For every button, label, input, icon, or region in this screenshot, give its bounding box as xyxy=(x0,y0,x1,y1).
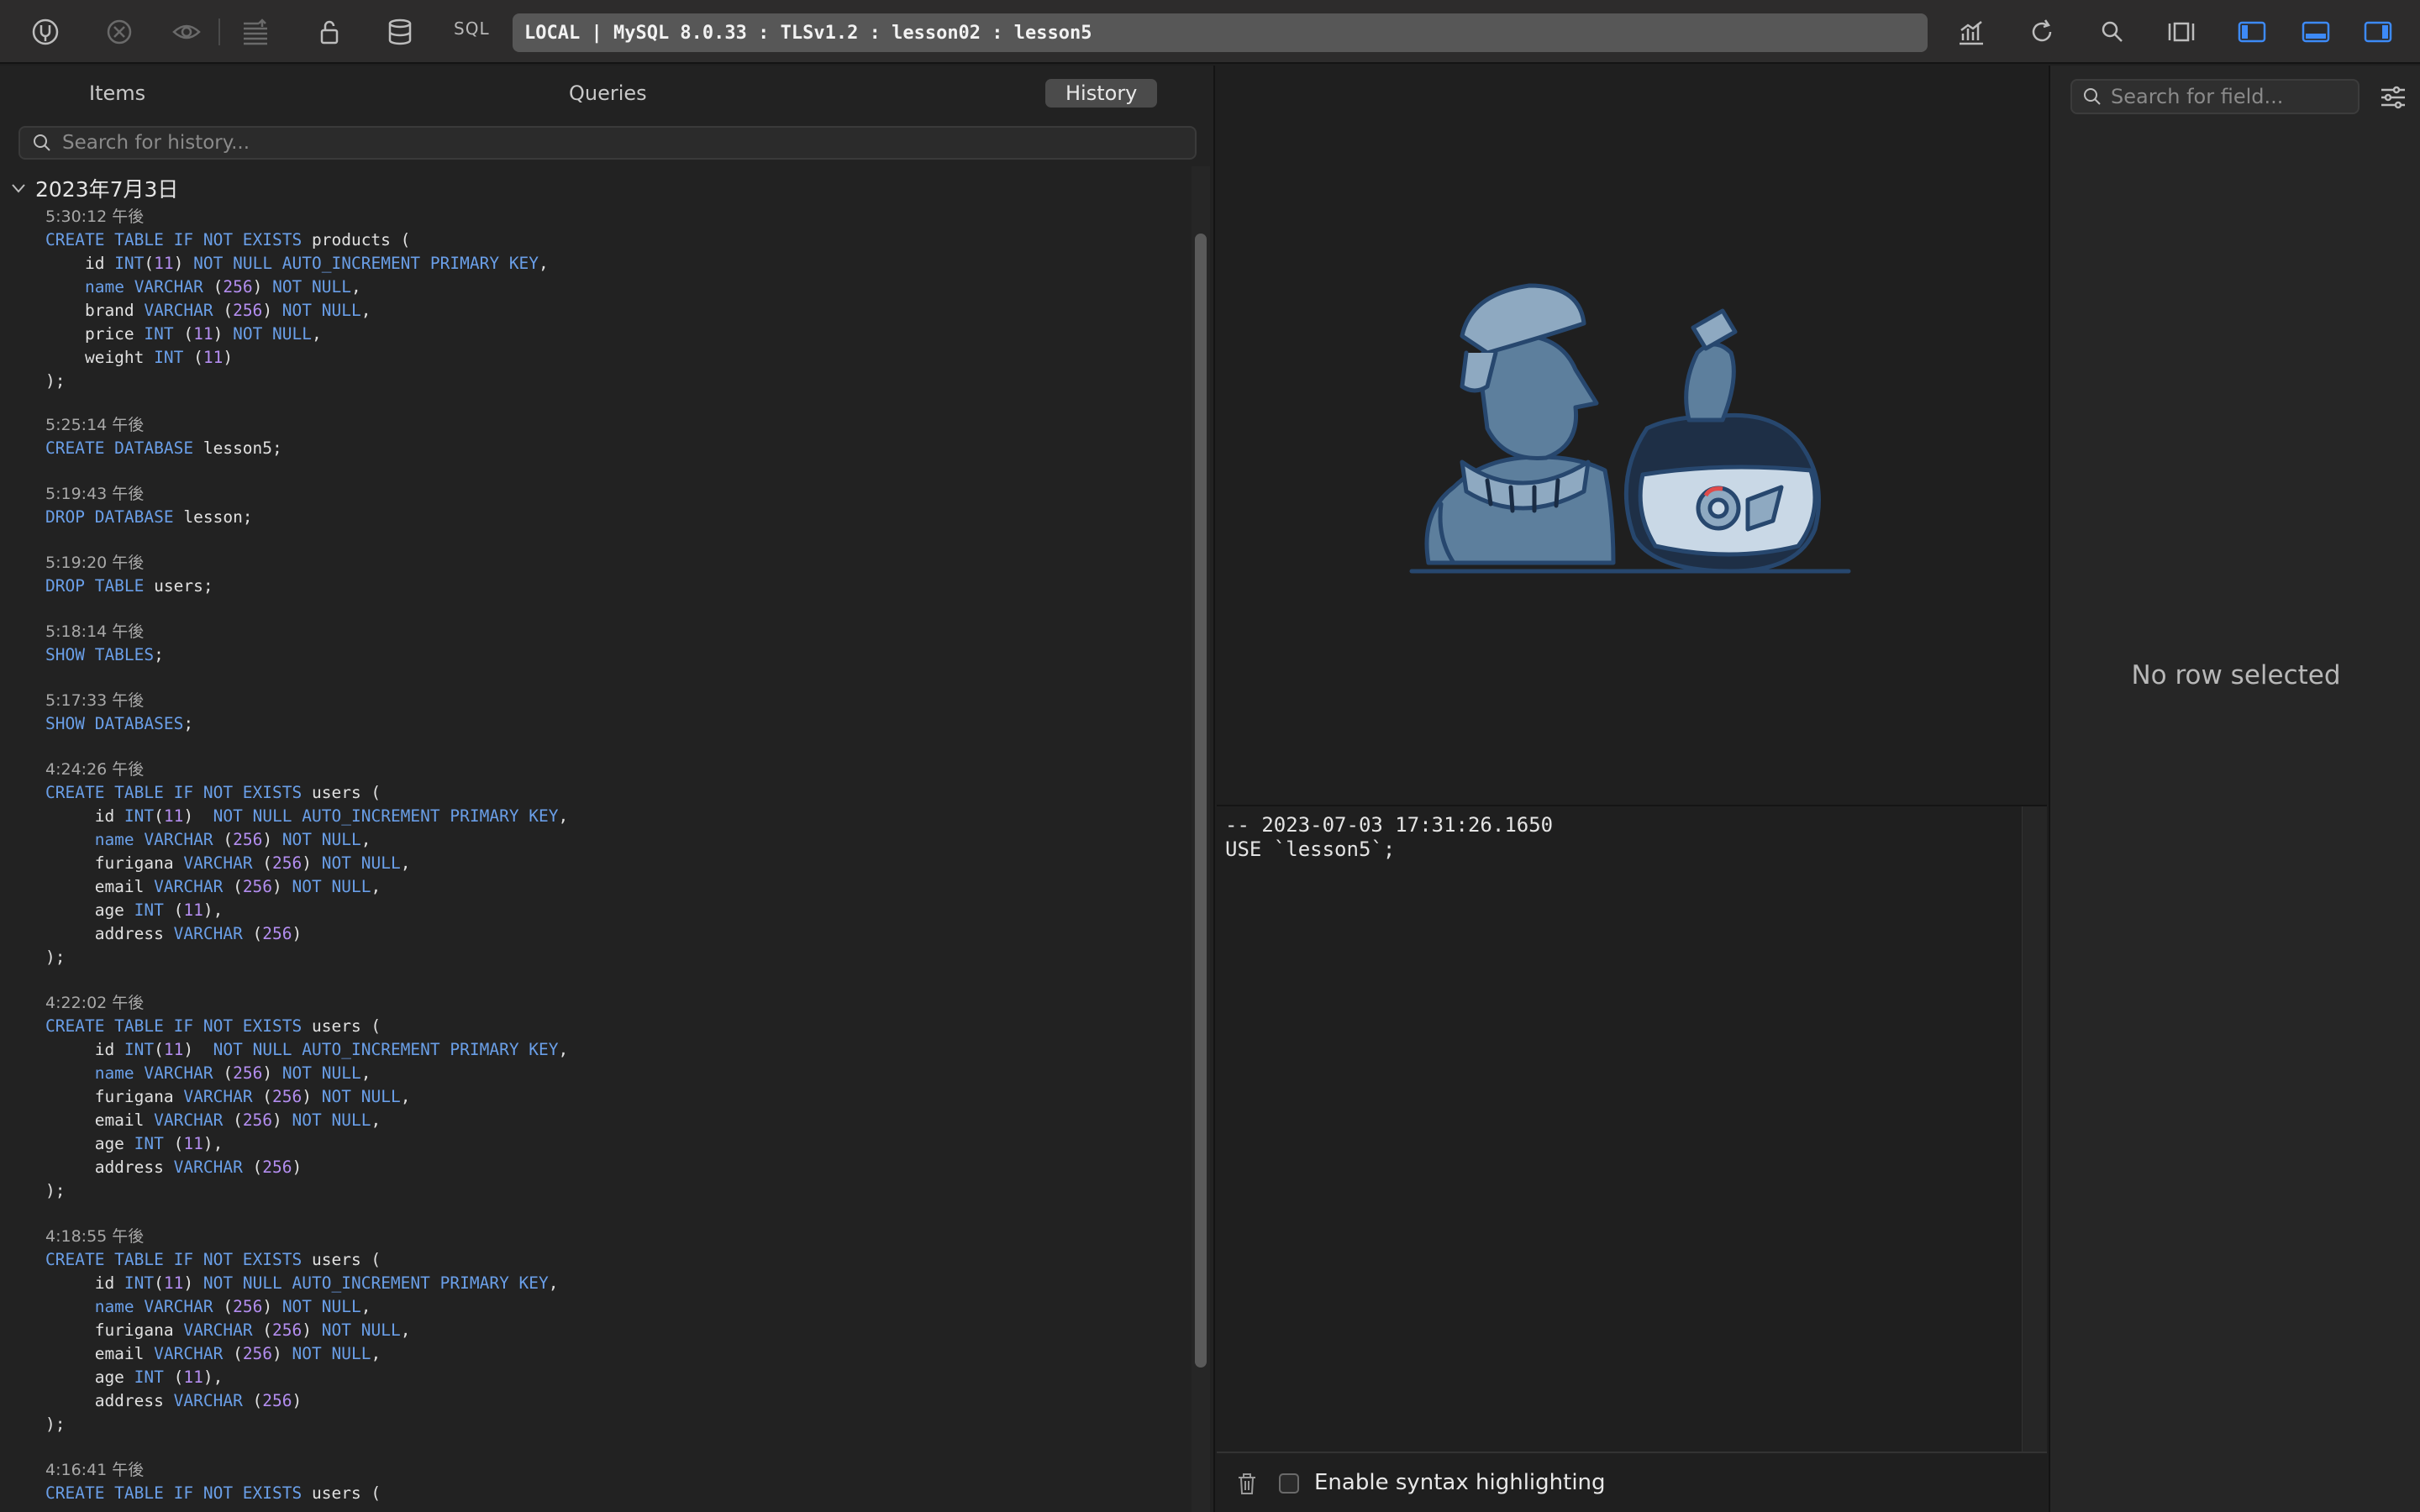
history-entry[interactable]: 5:25:14 午後 CREATE DATABASE lesson5; xyxy=(45,413,1171,460)
refresh-icon[interactable] xyxy=(2025,15,2059,49)
entry-sql: SHOW TABLES; xyxy=(45,645,164,664)
tab-items[interactable]: Items xyxy=(89,79,145,108)
lock-icon[interactable] xyxy=(313,15,346,49)
entry-time: 5:30:12 午後 xyxy=(45,207,145,226)
database-icon[interactable] xyxy=(383,15,417,49)
tab-queries[interactable]: Queries xyxy=(569,79,647,108)
bottom-panel-icon[interactable] xyxy=(2299,15,2333,49)
entry-time: 5:25:14 午後 xyxy=(45,416,145,434)
entry-time: 4:18:55 午後 xyxy=(45,1227,145,1246)
entry-sql: DROP TABLE users; xyxy=(45,576,213,596)
left-sidebar-icon[interactable] xyxy=(2235,15,2269,49)
entry-sql: CREATE TABLE IF NOT EXISTS users ( id IN… xyxy=(45,1250,559,1434)
entry-time: 4:16:41 午後 xyxy=(45,1461,145,1479)
history-entry[interactable]: 5:18:14 午後 SHOW TABLES; xyxy=(45,620,1171,667)
history-entry[interactable]: 5:17:33 午後 SHOW DATABASES; xyxy=(45,689,1171,736)
list-indent-icon[interactable] xyxy=(239,15,272,49)
entry-time: 4:24:26 午後 xyxy=(45,760,145,779)
empty-state-illustration xyxy=(1409,283,1851,574)
console-line-1: -- 2023-07-03 17:31:26.1650 xyxy=(1225,813,1554,837)
console-footer: Enable syntax highlighting xyxy=(1217,1452,2047,1512)
syntax-highlighting-label: Enable syntax highlighting xyxy=(1314,1470,1606,1495)
left-panel: Items Queries History 2023年7月3日 5:30:12 … xyxy=(0,66,1215,1512)
connection-icon[interactable] xyxy=(29,15,62,49)
empty-state-text: No row selected xyxy=(2131,660,2341,690)
field-search-input[interactable] xyxy=(2111,85,2354,108)
connection-address-bar[interactable]: LOCAL | MySQL 8.0.33 : TLSv1.2 : lesson0… xyxy=(513,13,1928,52)
date-group-header[interactable]: 2023年7月3日 xyxy=(10,173,178,203)
right-sidebar-icon[interactable] xyxy=(2361,15,2395,49)
history-search[interactable] xyxy=(18,126,1197,160)
console-scrollbar[interactable] xyxy=(2022,806,2047,1453)
console-line-2: USE `lesson5`; xyxy=(1225,837,1396,861)
history-scrollbar[interactable] xyxy=(1195,234,1207,1368)
eye-icon[interactable] xyxy=(170,15,203,49)
entry-sql: CREATE DATABASE lesson5; xyxy=(45,438,282,458)
entry-sql: CREATE TABLE IF NOT EXISTS users ( id IN… xyxy=(45,783,569,967)
history-entry[interactable]: 5:30:12 午後 CREATE TABLE IF NOT EXISTS pr… xyxy=(45,205,1171,393)
history-entry[interactable]: 4:16:41 午後 CREATE TABLE IF NOT EXISTS us… xyxy=(45,1458,1171,1505)
field-search[interactable] xyxy=(2070,79,2360,114)
console-panel: -- 2023-07-03 17:31:26.1650 USE `lesson5… xyxy=(1217,805,2047,1512)
chart-icon[interactable] xyxy=(1954,15,1988,49)
toolbar-separator xyxy=(218,18,220,45)
entry-sql: SHOW DATABASES; xyxy=(45,714,194,733)
search-icon[interactable] xyxy=(2096,15,2129,49)
sql-button[interactable]: SQL xyxy=(454,18,490,39)
trash-icon[interactable] xyxy=(1234,1470,1260,1497)
history-entry[interactable]: 5:19:43 午後 DROP DATABASE lesson; xyxy=(45,482,1171,529)
entry-time: 5:18:14 午後 xyxy=(45,622,145,641)
chevron-down-icon xyxy=(12,184,25,193)
split-view-icon[interactable] xyxy=(2165,15,2198,49)
entry-time: 5:17:33 午後 xyxy=(45,691,145,710)
search-icon xyxy=(2084,88,2101,105)
console-output[interactable]: -- 2023-07-03 17:31:26.1650 USE `lesson5… xyxy=(1225,813,1553,862)
search-icon xyxy=(34,134,50,151)
entry-time: 4:22:02 午後 xyxy=(45,994,145,1012)
entry-sql: CREATE TABLE IF NOT EXISTS users ( id IN… xyxy=(45,1016,569,1200)
history-search-input[interactable] xyxy=(62,132,1155,154)
right-panel: No row selected xyxy=(2049,66,2420,1512)
entry-time: 5:19:43 午後 xyxy=(45,485,145,503)
entry-sql: DROP DATABASE lesson; xyxy=(45,507,253,527)
history-entry[interactable]: 5:19:20 午後 DROP TABLE users; xyxy=(45,551,1171,598)
entry-sql: CREATE TABLE IF NOT EXISTS products ( id… xyxy=(45,230,549,391)
entry-sql: CREATE TABLE IF NOT EXISTS users ( xyxy=(45,1483,381,1503)
entry-time: 5:19:20 午後 xyxy=(45,554,145,572)
left-tabs: Items Queries History xyxy=(0,66,1213,121)
tab-history[interactable]: History xyxy=(1045,79,1158,108)
history-entry[interactable]: 4:24:26 午後 CREATE TABLE IF NOT EXISTS us… xyxy=(45,758,1171,969)
history-entry[interactable]: 4:18:55 午後 CREATE TABLE IF NOT EXISTS us… xyxy=(45,1225,1171,1436)
history-list: 2023年7月3日 5:30:12 午後 CREATE TABLE IF NOT… xyxy=(0,166,1193,1512)
syntax-highlighting-checkbox[interactable] xyxy=(1279,1473,1299,1494)
date-label: 2023年7月3日 xyxy=(35,177,179,202)
toolbar: SQL LOCAL | MySQL 8.0.33 : TLSv1.2 : les… xyxy=(0,0,2420,64)
filter-settings-icon[interactable] xyxy=(2378,82,2408,113)
history-entry[interactable]: 4:22:02 午後 CREATE TABLE IF NOT EXISTS us… xyxy=(45,991,1171,1203)
close-icon[interactable] xyxy=(103,15,136,49)
